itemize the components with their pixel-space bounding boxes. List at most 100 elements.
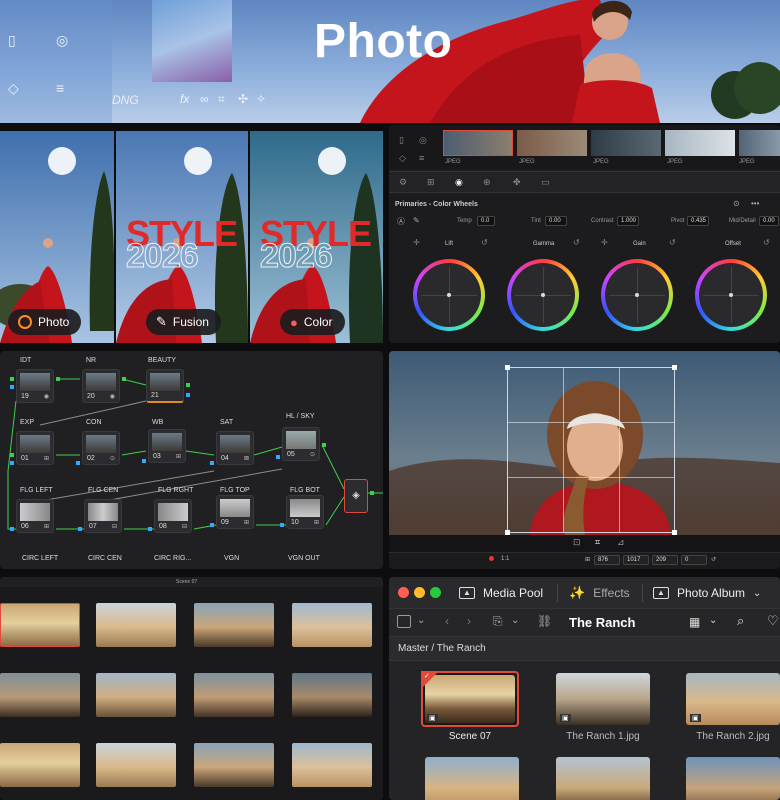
- tag-icon[interactable]: ◇: [399, 153, 406, 164]
- node-con[interactable]: 02 ⊙: [82, 431, 120, 465]
- color-wheels-icon[interactable]: ◉: [455, 177, 463, 188]
- fusion-page-button[interactable]: ✎ Fusion: [146, 309, 221, 335]
- lift-reset-icon[interactable]: ↺: [481, 238, 488, 247]
- bookmark-icon[interactable]: ▯: [399, 135, 404, 146]
- crop-handle[interactable]: [505, 365, 510, 370]
- x-field[interactable]: 209: [652, 555, 678, 565]
- tag-icon[interactable]: ◇: [8, 80, 19, 97]
- y-field[interactable]: 0: [681, 555, 707, 565]
- node-flg-cen[interactable]: 07 ⊟: [84, 499, 122, 533]
- breadcrumb[interactable]: Master / The Ranch: [398, 643, 486, 654]
- dynamic-zoom-icon[interactable]: ⊿: [617, 537, 625, 548]
- clip-thumb-3[interactable]: [591, 130, 661, 156]
- color-circles-icon[interactable]: ◎: [56, 32, 68, 49]
- lift-wheel[interactable]: [413, 259, 485, 331]
- node-exp[interactable]: 01 ⊞: [16, 431, 54, 465]
- minimize-window-button[interactable]: [414, 587, 425, 598]
- transform-icon[interactable]: ✣: [238, 92, 248, 106]
- crop-handle[interactable]: [505, 530, 510, 535]
- grid-thumbnail[interactable]: [292, 603, 372, 647]
- link-icon[interactable]: ⛓: [537, 614, 552, 628]
- hdr-icon[interactable]: ⊕: [483, 177, 491, 188]
- grid-thumbnail[interactable]: [0, 603, 80, 647]
- grid-thumbnail[interactable]: [194, 603, 274, 647]
- crop-tool-icon[interactable]: ⌗: [595, 537, 600, 548]
- options-icon[interactable]: •••: [751, 199, 759, 208]
- search-icon[interactable]: ⌕: [737, 613, 744, 629]
- grid-thumbnail[interactable]: [194, 743, 274, 787]
- grid-view-icon[interactable]: ▦: [689, 615, 700, 629]
- clip-card-selected[interactable]: ✓ ▣: [421, 671, 519, 727]
- gamma-wheel[interactable]: [507, 259, 579, 331]
- clip-thumb-4[interactable]: [665, 130, 735, 156]
- gain-picker-icon[interactable]: ✛: [601, 238, 608, 247]
- gamma-reset-icon[interactable]: ↺: [573, 238, 580, 247]
- clip-thumb-2[interactable]: [517, 130, 587, 156]
- layer-mixer-node[interactable]: ◈: [344, 479, 368, 513]
- chevron-down-icon[interactable]: ⌄: [511, 615, 519, 626]
- grid-thumbnail[interactable]: [292, 743, 372, 787]
- node-nr[interactable]: 20 ◉: [82, 369, 120, 403]
- grid-thumbnail[interactable]: [96, 673, 176, 717]
- close-window-button[interactable]: [398, 587, 409, 598]
- magic-icon[interactable]: ✧: [256, 92, 266, 106]
- back-icon[interactable]: ‹: [445, 614, 449, 628]
- clip-thumb-5[interactable]: [739, 130, 780, 156]
- style-panel-color[interactable]: STYLE 2026 ● Color: [250, 131, 383, 343]
- favorite-icon[interactable]: ♡: [767, 613, 779, 629]
- clip-thumbnail[interactable]: ▣: [556, 673, 650, 725]
- tab-effects[interactable]: ✨ Effects: [569, 581, 651, 605]
- gain-wheel[interactable]: [601, 259, 673, 331]
- tab-media-pool[interactable]: ▲ Media Pool: [459, 581, 569, 605]
- zoom-window-button[interactable]: [430, 587, 441, 598]
- temp-field[interactable]: 0.0: [477, 216, 495, 226]
- rgb-mixer-icon[interactable]: ✤: [513, 177, 521, 188]
- clip-thumbnail[interactable]: [556, 757, 650, 800]
- clip-thumb-1[interactable]: [443, 130, 513, 156]
- reset-icon[interactable]: ↺: [711, 556, 716, 563]
- crop-icon[interactable]: ⌗: [218, 92, 225, 107]
- import-icon[interactable]: ⎘: [493, 614, 503, 629]
- picker-icon[interactable]: ✎: [413, 216, 420, 225]
- node-flg-bot[interactable]: 10 ⊞: [286, 495, 324, 529]
- style-panel-photo[interactable]: Photo: [0, 131, 114, 343]
- grid-thumbnail[interactable]: [292, 673, 372, 717]
- node-hl-sky[interactable]: 05 ⊙: [282, 427, 320, 461]
- bookmark-icon[interactable]: ▯: [8, 32, 16, 49]
- color-circles-icon[interactable]: ◎: [419, 135, 427, 146]
- auto-balance-icon[interactable]: Ⓐ: [397, 216, 405, 227]
- contrast-field[interactable]: 1.000: [617, 216, 639, 226]
- node-flg-top[interactable]: 09 ⊞: [216, 495, 254, 529]
- crop-frame[interactable]: [505, 365, 677, 535]
- style-panel-fusion[interactable]: STYLE 2026 ✎ Fusion: [116, 131, 248, 343]
- color-page-button[interactable]: ● Color: [280, 309, 345, 335]
- node-beauty[interactable]: 21: [146, 369, 184, 403]
- link-icon[interactable]: ∞: [200, 92, 209, 106]
- fx-icon[interactable]: fx: [180, 92, 189, 106]
- color-match-icon[interactable]: ⊞: [427, 177, 435, 188]
- chevron-down-icon[interactable]: ⌄: [417, 615, 425, 626]
- lift-picker-icon[interactable]: ✛: [413, 238, 420, 247]
- grid-thumbnail[interactable]: [194, 673, 274, 717]
- forward-icon[interactable]: ›: [467, 614, 471, 628]
- crop-handle[interactable]: [672, 365, 677, 370]
- aspect-lock-icon[interactable]: ⊞: [585, 556, 590, 563]
- height-field[interactable]: 1017: [623, 555, 649, 565]
- node-wb[interactable]: 03 ⊞: [148, 429, 186, 463]
- camera-raw-icon[interactable]: ⚙: [399, 177, 407, 188]
- chevron-down-icon[interactable]: ⌄: [709, 615, 717, 626]
- pivot-field[interactable]: 0.435: [687, 216, 709, 226]
- node-idt[interactable]: 19 ◉: [16, 369, 54, 403]
- grid-thumbnail[interactable]: [96, 603, 176, 647]
- sort-icon[interactable]: ≡: [56, 80, 64, 96]
- chevron-down-icon[interactable]: ⌄: [753, 588, 761, 599]
- clip-thumbnail[interactable]: [686, 757, 780, 800]
- tint-field[interactable]: 0.00: [545, 216, 567, 226]
- offset-wheel[interactable]: [695, 259, 767, 331]
- photo-page-button[interactable]: Photo: [8, 309, 82, 335]
- reset-icon[interactable]: ⊙: [733, 199, 740, 208]
- node-sat[interactable]: 04 ⊠: [216, 431, 254, 465]
- bin-list-toggle-icon[interactable]: [397, 615, 411, 628]
- node-flg-rght[interactable]: 08 ⊟: [154, 499, 192, 533]
- grid-thumbnail[interactable]: [0, 673, 80, 717]
